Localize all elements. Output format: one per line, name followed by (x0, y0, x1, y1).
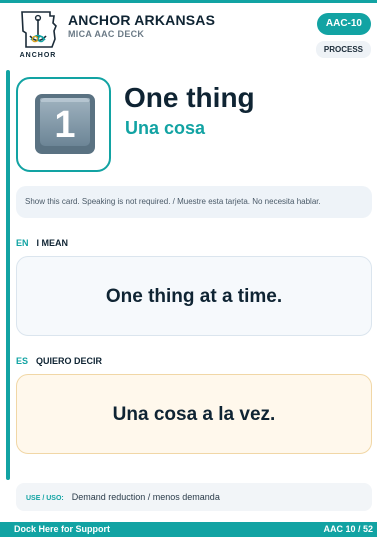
anchor-logo: ANCHOR (16, 9, 60, 59)
card-title-spanish: Una cosa (125, 118, 206, 138)
card-title-english: One thing (124, 82, 255, 113)
deck-name: MICA AAC DECK (68, 29, 145, 39)
english-section-label: EN I MEAN (16, 238, 68, 248)
page-counter: AAC 10 / 52 (323, 524, 373, 534)
arkansas-anchor-icon (21, 11, 57, 48)
svg-text:1: 1 (54, 104, 75, 146)
spanish-section-heading: QUIERO DECIR (36, 356, 103, 366)
spanish-lang-tag: ES (16, 356, 29, 366)
left-accent-rail (6, 70, 10, 480)
usage-notice: Show this card. Speaking is not required… (16, 186, 372, 218)
english-section-heading: I MEAN (36, 238, 69, 248)
english-phrase-box: One thing at a time. (16, 256, 372, 336)
brand-name: ANCHOR ARKANSAS (68, 12, 216, 28)
category-badge: PROCESS (315, 41, 371, 58)
footer-bar: Dock Here for Support AAC 10 / 52 (0, 522, 377, 537)
support-dock-link[interactable]: Dock Here for Support (14, 522, 110, 537)
card-header: ANCHOR ANCHOR ARKANSAS MICA AAC DECK AAC… (0, 3, 377, 61)
spanish-section-label: ES QUIERO DECIR (16, 356, 102, 366)
spanish-phrase-box: Una cosa a la vez. (16, 374, 372, 454)
logo-wordmark: ANCHOR (19, 52, 57, 59)
english-lang-tag: EN (16, 238, 29, 248)
card-code-badge: AAC-10 (316, 13, 371, 35)
keycap-digit-one-icon: 1 (35, 94, 95, 154)
use-label: USE / USO: (26, 495, 64, 502)
use-text: Demand reduction / menos demanda (71, 492, 220, 502)
symbol-card: 1 (16, 77, 111, 172)
use-note: USE / USO: Demand reduction / menos deman… (16, 483, 372, 511)
